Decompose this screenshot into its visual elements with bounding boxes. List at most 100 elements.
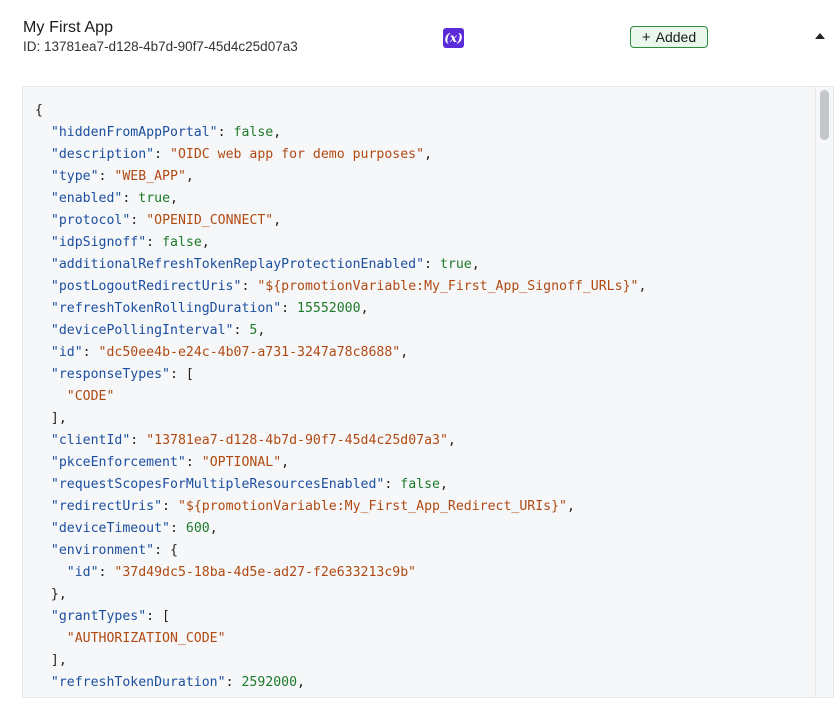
code-token: , bbox=[439, 477, 448, 492]
code-token: "refreshTokenDuration" bbox=[50, 675, 226, 690]
code-token: true bbox=[138, 191, 171, 206]
caret-up-icon[interactable] bbox=[815, 33, 825, 39]
json-code-panel[interactable]: { "hiddenFromAppPortal": false, "descrip… bbox=[22, 86, 834, 698]
code-line: "id": "dc50ee4b-e24c-4b07-a731-3247a78c8… bbox=[35, 342, 646, 364]
code-token: : bbox=[130, 433, 147, 448]
code-line: "postLogoutRedirectUris": "${promotionVa… bbox=[35, 276, 647, 298]
code-token: "WEB_APP" bbox=[114, 169, 186, 184]
code-token: : [ bbox=[169, 367, 194, 382]
code-token: false bbox=[400, 477, 440, 492]
code-token: "requestScopesForMultipleResourcesEnable… bbox=[50, 477, 385, 492]
code-line: "AUTHORIZATION_CODE" bbox=[35, 628, 646, 650]
code-token: "responseTypes" bbox=[50, 367, 170, 382]
code-token: "protocol" bbox=[50, 213, 131, 228]
code-token: 600 bbox=[185, 521, 210, 536]
code-line: ], bbox=[35, 408, 646, 430]
app-header: My First App ID: 13781ea7-d128-4b7d-90f7… bbox=[0, 0, 840, 70]
code-token: ], bbox=[35, 411, 67, 426]
code-token: , bbox=[297, 675, 305, 690]
code-token: "hiddenFromAppPortal" bbox=[50, 125, 218, 140]
code-token: , bbox=[257, 323, 266, 338]
code-token: "OIDC web app for demo purposes" bbox=[170, 147, 425, 162]
code-line: "description": "OIDC web app for demo pu… bbox=[35, 144, 646, 166]
code-token: "dc50ee4b-e24c-4b07-a731-3247a78c8688" bbox=[98, 345, 401, 360]
code-token: , bbox=[566, 499, 575, 514]
code-line: "grantTypes": [ bbox=[35, 606, 646, 628]
code-token: "AUTHORIZATION_CODE" bbox=[66, 631, 226, 646]
code-token: "id" bbox=[50, 345, 83, 360]
code-token: "OPTIONAL" bbox=[201, 455, 282, 470]
code-line: "deviceTimeout": 600, bbox=[35, 518, 646, 540]
code-token: , bbox=[447, 433, 456, 448]
code-token: "enabled" bbox=[50, 191, 123, 206]
code-token: "CODE" bbox=[66, 389, 115, 404]
code-line: "idpSignoff": false, bbox=[35, 232, 646, 254]
code-token: "redirectUris" bbox=[50, 499, 163, 514]
code-token: "13781ea7-d128-4b7d-90f7-45d4c25d07a3" bbox=[146, 433, 448, 448]
code-token: "id" bbox=[66, 565, 99, 580]
code-token: : bbox=[384, 477, 401, 492]
code-line: "additionalRefreshTokenReplayProtectionE… bbox=[35, 254, 646, 276]
code-token: : bbox=[122, 191, 139, 206]
code-token: "37d49dc5-18ba-4d5e-ad27-f2e633213c9b" bbox=[114, 565, 417, 580]
code-line: "environment": { bbox=[35, 540, 646, 562]
code-line: "requestScopesForMultipleResourcesEnable… bbox=[35, 474, 646, 496]
code-token: , bbox=[424, 147, 433, 162]
scrollbar-thumb[interactable] bbox=[820, 90, 829, 140]
code-token: "additionalRefreshTokenReplayProtectionE… bbox=[50, 257, 425, 272]
code-token: , bbox=[201, 235, 210, 250]
code-token: : [ bbox=[146, 609, 170, 624]
plus-icon: + bbox=[641, 29, 651, 46]
promotion-variable-icon[interactable]: (x) bbox=[443, 28, 464, 48]
code-token: : bbox=[233, 323, 250, 338]
scrollbar[interactable] bbox=[815, 87, 833, 697]
code-line: "CODE" bbox=[35, 386, 646, 408]
code-token: , bbox=[471, 257, 480, 272]
code-token: : { bbox=[154, 543, 178, 558]
code-token: false bbox=[162, 235, 202, 250]
code-token: "environment" bbox=[50, 543, 155, 558]
code-token: "refreshTokenRollingDuration" bbox=[50, 301, 282, 316]
code-token: : bbox=[217, 125, 234, 140]
code-token: "postLogoutRedirectUris" bbox=[50, 279, 242, 294]
code-token: , bbox=[273, 213, 282, 228]
code-token: "type" bbox=[50, 169, 99, 184]
code-token: : bbox=[281, 301, 298, 316]
code-token: , bbox=[400, 345, 409, 360]
code-token: "description" bbox=[50, 147, 155, 162]
code-line: "clientId": "13781ea7-d128-4b7d-90f7-45d… bbox=[35, 430, 646, 452]
code-token: : bbox=[225, 675, 242, 690]
code-line: "protocol": "OPENID_CONNECT", bbox=[35, 210, 646, 232]
code-token: "pkceEnforcement" bbox=[50, 455, 186, 470]
code-token: "${promotionVariable:My_First_App_Redire… bbox=[177, 499, 567, 514]
code-token: "idpSignoff" bbox=[50, 235, 147, 250]
code-token: { bbox=[35, 103, 43, 118]
code-token: , bbox=[170, 191, 178, 206]
code-token: , bbox=[281, 455, 290, 470]
code-token: , bbox=[638, 279, 647, 294]
code-line: "hiddenFromAppPortal": false, bbox=[35, 122, 646, 144]
code-token: "${promotionVariable:My_First_App_Signof… bbox=[257, 279, 639, 294]
added-button[interactable]: + Added bbox=[630, 26, 708, 48]
code-token: : bbox=[154, 147, 170, 162]
code-token: : bbox=[98, 565, 115, 580]
code-token: : bbox=[98, 169, 115, 184]
code-token: : bbox=[130, 213, 147, 228]
code-token: : bbox=[185, 455, 202, 470]
code-token: , bbox=[209, 521, 218, 536]
